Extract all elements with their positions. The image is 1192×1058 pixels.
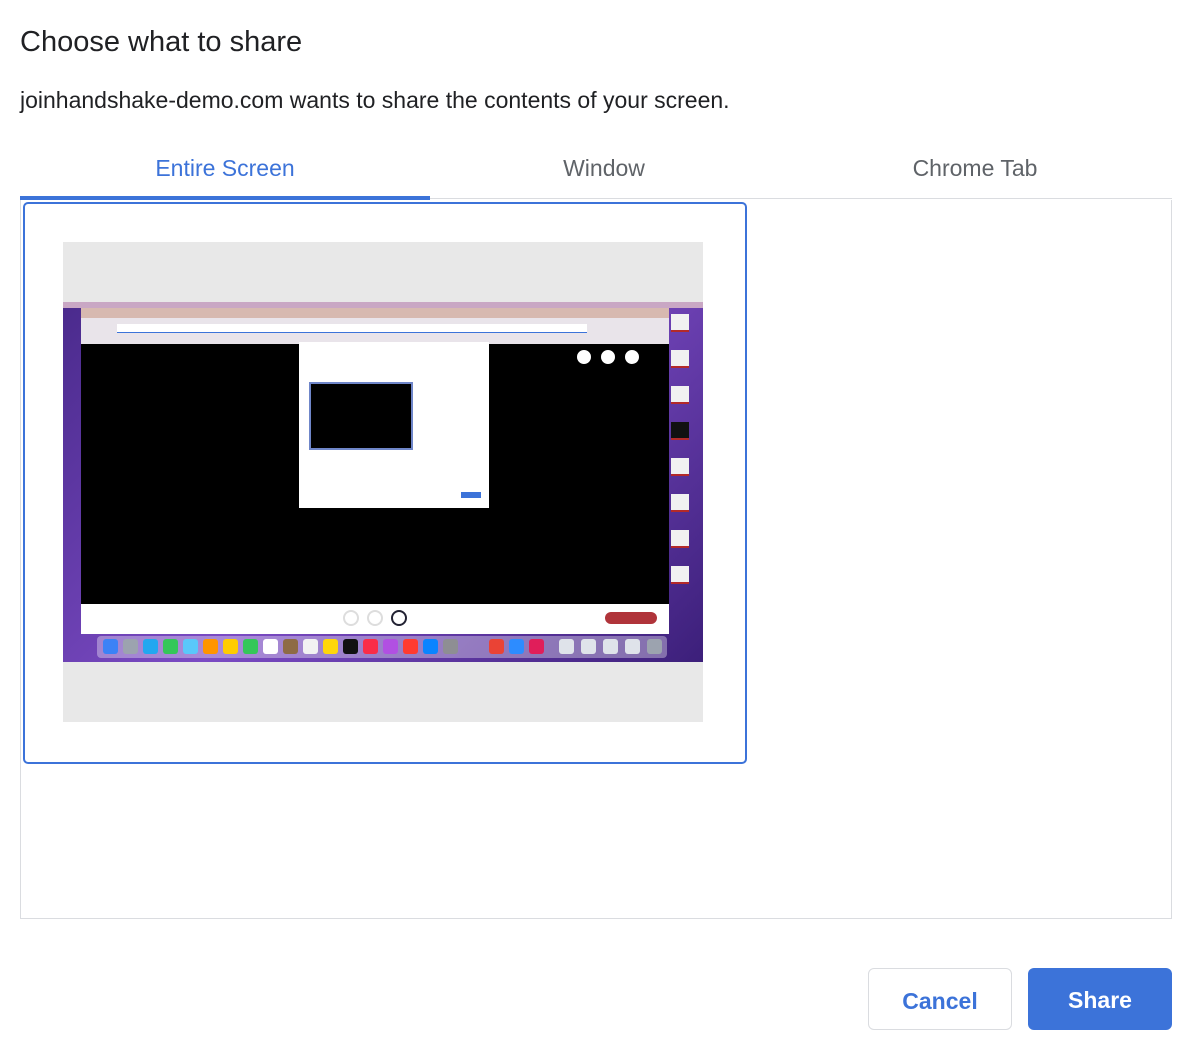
preview-call-control bbox=[367, 610, 383, 626]
preview-control-dot bbox=[623, 348, 641, 366]
preview-share-dialog bbox=[299, 342, 489, 508]
preview-dock-icon bbox=[529, 639, 544, 654]
preview-dock-icon bbox=[647, 639, 662, 654]
preview-desktop-icons bbox=[669, 310, 699, 600]
preview-desktop-icon bbox=[671, 422, 689, 440]
preview-dock-icon bbox=[203, 639, 218, 654]
preview-dock bbox=[97, 636, 667, 658]
screen-thumbnail-icon bbox=[63, 242, 703, 722]
source-list-panel bbox=[20, 200, 1172, 919]
preview-call-control bbox=[343, 610, 359, 626]
tab-entire-screen[interactable]: Entire Screen bbox=[33, 140, 417, 196]
preview-dock-icon bbox=[143, 639, 158, 654]
share-button[interactable]: Share bbox=[1028, 968, 1172, 1030]
preview-call-bar bbox=[81, 604, 669, 634]
preview-dock-icon bbox=[443, 639, 458, 654]
preview-desktop-icon bbox=[671, 530, 689, 548]
preview-call-control bbox=[391, 610, 407, 626]
preview-dock-icon bbox=[303, 639, 318, 654]
preview-dock-icon bbox=[323, 639, 338, 654]
preview-dock-icon bbox=[383, 639, 398, 654]
preview-desktop-icon bbox=[671, 350, 689, 368]
preview-nested-thumbnail bbox=[309, 382, 413, 450]
preview-dock-icon bbox=[163, 639, 178, 654]
preview-dock-icon bbox=[363, 639, 378, 654]
preview-share-button bbox=[461, 492, 481, 498]
screen-preview bbox=[63, 302, 703, 662]
preview-dock-icon bbox=[243, 639, 258, 654]
preview-browser-toolbar bbox=[81, 308, 669, 344]
preview-dock-icon bbox=[603, 639, 618, 654]
preview-dock-icon bbox=[283, 639, 298, 654]
preview-end-call-pill bbox=[605, 612, 657, 624]
preview-control-dot bbox=[599, 348, 617, 366]
preview-browser-window bbox=[81, 308, 669, 634]
preview-dock-icon bbox=[343, 639, 358, 654]
preview-desktop-icon bbox=[671, 494, 689, 512]
preview-dock-icon bbox=[509, 639, 524, 654]
preview-desktop-icon bbox=[671, 566, 689, 584]
preview-dock-icon bbox=[581, 639, 596, 654]
tab-window[interactable]: Window bbox=[412, 140, 796, 196]
preview-control-dot bbox=[575, 348, 593, 366]
dialog-subtitle: joinhandshake-demo.com wants to share th… bbox=[20, 87, 730, 113]
entire-screen-source[interactable] bbox=[23, 202, 747, 764]
preview-dock-icon bbox=[123, 639, 138, 654]
preview-dock-icon bbox=[183, 639, 198, 654]
dialog-title: Choose what to share bbox=[20, 26, 303, 58]
preview-dock-icon bbox=[489, 639, 504, 654]
preview-desktop-icon bbox=[671, 386, 689, 404]
preview-url-bar bbox=[117, 324, 587, 333]
preview-dock-icon bbox=[223, 639, 238, 654]
preview-dock-icon bbox=[103, 639, 118, 654]
preview-browser-tabs bbox=[81, 308, 669, 318]
preview-dock-icon bbox=[263, 639, 278, 654]
preview-desktop-icon bbox=[671, 314, 689, 332]
preview-dock-icon bbox=[403, 639, 418, 654]
preview-desktop-icon bbox=[671, 458, 689, 476]
cancel-button[interactable]: Cancel bbox=[868, 968, 1012, 1030]
preview-dock-icon bbox=[625, 639, 640, 654]
source-tabs: Entire Screen Window Chrome Tab bbox=[20, 140, 1172, 200]
preview-dock-icon bbox=[559, 639, 574, 654]
tab-chrome-tab[interactable]: Chrome Tab bbox=[783, 140, 1167, 196]
preview-dock-icon bbox=[423, 639, 438, 654]
